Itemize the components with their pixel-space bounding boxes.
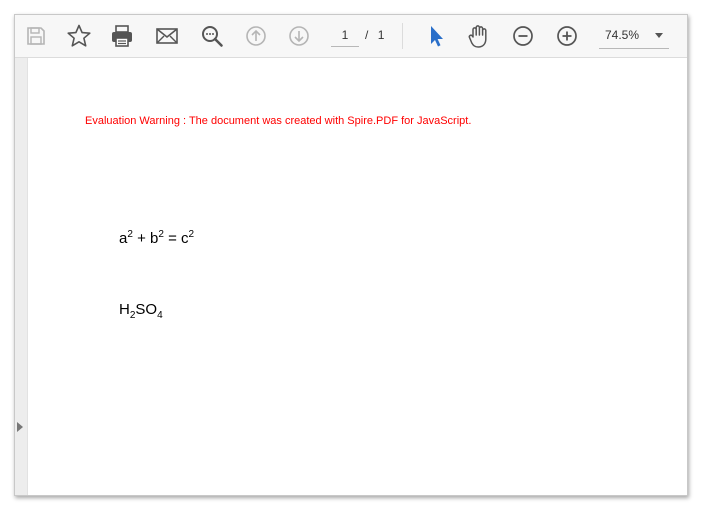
print-button[interactable] [108,22,136,50]
toolbar: / 1 74.5 [15,15,687,58]
email-button[interactable] [153,22,181,50]
page-total: 1 [377,28,385,42]
minus-circle-icon [513,26,533,46]
exponent-c: 2 [188,229,195,240]
expand-sidebar-icon[interactable] [17,422,23,432]
page-count: / 1 [365,28,384,42]
zoom-out-button[interactable] [509,22,537,50]
next-page-button[interactable] [285,22,313,50]
star-icon [67,24,91,47]
formula-h: H [119,301,130,318]
zoom-select[interactable]: 74.5% [599,23,669,49]
save-icon [27,27,45,45]
sidebar-toggle-rail[interactable] [15,58,28,495]
search-icon [202,26,223,47]
subscript-o: 4 [157,310,163,321]
zoom-in-button[interactable] [553,22,581,50]
hand-tool-button[interactable] [465,22,493,50]
cursor-arrow-icon [431,26,443,47]
formula-term-c: = c [163,230,189,247]
chevron-down-icon [655,33,663,38]
hand-icon [468,25,487,48]
select-tool-button[interactable] [422,22,450,50]
formula-term-b: + b [132,230,159,247]
bookmark-button[interactable] [65,22,93,50]
pdf-viewer-window: / 1 74.5 [14,14,688,496]
mail-icon [156,28,178,44]
arrow-down-circle-icon [289,26,309,46]
page-separator: / [365,28,369,42]
formula-so: SO [135,301,158,318]
chemical-formula: H2SO4 [119,301,163,321]
save-button[interactable] [22,22,50,50]
previous-page-button[interactable] [242,22,270,50]
search-button[interactable] [198,22,226,50]
evaluation-warning: Evaluation Warning : The document was cr… [85,115,472,127]
zoom-value: 74.5% [605,28,640,42]
page-number-input[interactable] [331,24,359,47]
printer-icon [112,25,132,47]
plus-circle-icon [557,26,577,46]
pythagorean-formula: a2 + b2 = c2 [119,229,195,248]
toolbar-divider [402,23,403,49]
arrow-up-circle-icon [246,26,266,46]
document-page: Evaluation Warning : The document was cr… [28,58,687,495]
